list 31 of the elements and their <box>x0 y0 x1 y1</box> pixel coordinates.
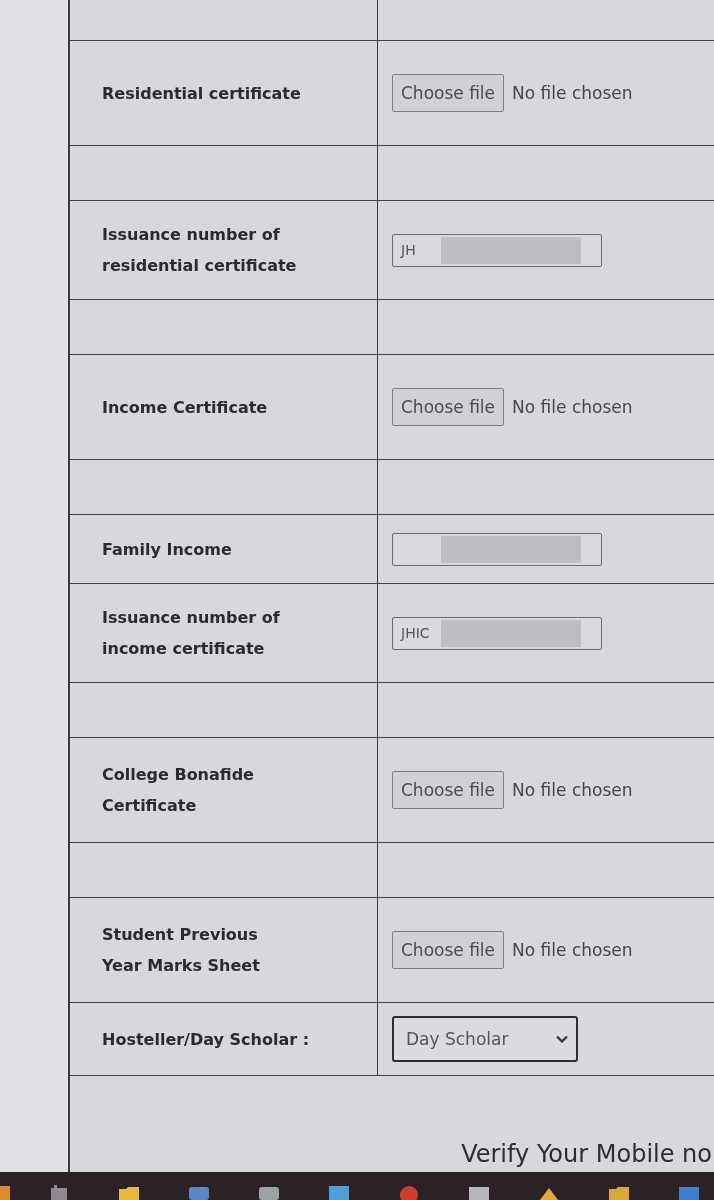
section-heading: Verify Your Mobile no <box>461 1140 713 1168</box>
file-status: No file chosen <box>512 780 633 800</box>
field-label: Family Income <box>102 538 232 561</box>
field-label: Student Previous Year Marks Sheet <box>102 924 260 977</box>
field-label: Hosteller/Day Scholar : <box>102 1028 310 1051</box>
file-status: No file chosen <box>512 397 633 417</box>
field-label: Issuance number of income certificate <box>102 607 280 660</box>
file-status: No file chosen <box>512 83 633 103</box>
choose-file-button[interactable]: Choose file <box>392 931 505 969</box>
text-field[interactable]: JHIC <box>392 616 602 650</box>
text-field[interactable] <box>392 532 602 566</box>
window-icon[interactable] <box>678 1184 700 1200</box>
app-icon[interactable] <box>48 1184 70 1200</box>
window-icon[interactable] <box>328 1184 350 1200</box>
window-icon[interactable] <box>258 1184 280 1200</box>
window-icon[interactable] <box>188 1184 210 1200</box>
field-label: Residential certificate <box>102 82 301 105</box>
folder-icon[interactable] <box>118 1184 140 1200</box>
file-status: No file chosen <box>512 940 633 960</box>
tile-icon[interactable] <box>0 1184 10 1200</box>
choose-file-button[interactable]: Choose file <box>392 771 505 809</box>
field-label: Issuance number of residential certificate <box>102 224 297 277</box>
choose-file-button[interactable]: Choose file <box>392 388 505 426</box>
folder-icon[interactable] <box>608 1184 630 1200</box>
tile-icon[interactable] <box>468 1184 490 1200</box>
choose-file-button[interactable]: Choose file <box>392 74 505 112</box>
chevron-down-icon[interactable] <box>556 1035 568 1043</box>
scholar-select[interactable]: Day Scholar <box>392 1016 578 1062</box>
field-label: Income Certificate <box>102 396 268 419</box>
text-field[interactable]: JH <box>392 233 602 267</box>
field-label: College Bonafide Certificate <box>102 764 254 817</box>
